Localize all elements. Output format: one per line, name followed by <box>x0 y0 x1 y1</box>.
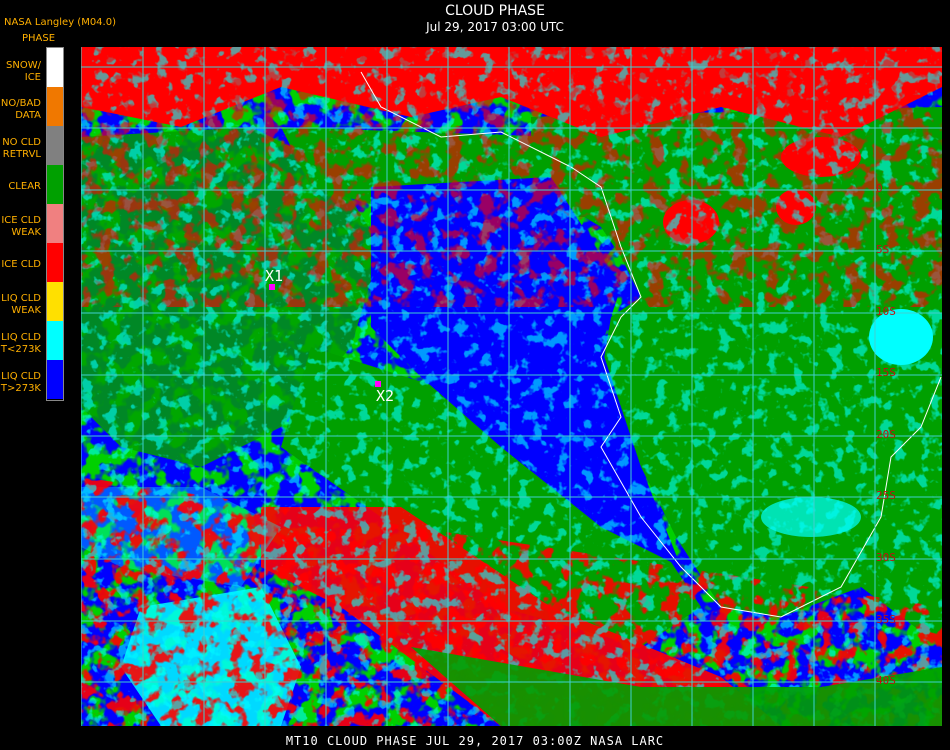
legend-label-no-cld-retrvl: NO CLD RETRVL <box>2 137 41 160</box>
legend-label-liq-cld-warm: LIQ CLD T>273K <box>0 371 41 394</box>
legend-label-clear: CLEAR <box>8 181 41 192</box>
page-title: CLOUD PHASE <box>445 3 545 19</box>
marker-x1-label: X1 <box>265 267 284 285</box>
legend-swatch-no-bad-data <box>47 87 63 126</box>
legend-title: PHASE <box>22 33 56 44</box>
legend-swatch-ice-cld-weak <box>47 204 63 243</box>
lat-label-5s: 5S <box>876 243 890 256</box>
legend-swatch-liq-cld-cold <box>47 321 63 360</box>
legend-label-ice-cld: ICE CLD <box>1 259 41 270</box>
lat-label-30s: 30S <box>876 551 896 564</box>
legend-label-ice-cld-weak: ICE CLD WEAK <box>1 215 41 238</box>
legend-label-no-bad-data: NO/BAD DATA <box>0 98 41 121</box>
lat-label-0: 0 <box>876 182 883 195</box>
legend-swatch-ice-cld <box>47 243 63 282</box>
lat-label-15s: 15S <box>876 366 896 379</box>
lat-label-25s: 25S <box>876 489 896 502</box>
marker-x2-label: X2 <box>376 387 395 405</box>
legend-swatch-clear <box>47 165 63 204</box>
lat-label-20s: 20S <box>876 428 896 441</box>
legend-swatch-liq-cld-warm <box>47 360 63 399</box>
legend-swatch-no-cld-retrvl <box>47 126 63 165</box>
legend-swatch-liq-cld-weak <box>47 282 63 321</box>
satellite-cloud-phase-map[interactable] <box>81 47 942 726</box>
lat-label-40s: 40S <box>876 674 896 687</box>
legend-label-snow-ice: SNOW/ ICE <box>6 60 41 83</box>
brand-label: NASA Langley (M04.0) <box>4 17 116 28</box>
legend-color-bar <box>46 47 64 401</box>
lat-label-10s: 10S <box>876 305 896 318</box>
map-svg <box>81 47 942 726</box>
page-subtitle: Jul 29, 2017 03:00 UTC <box>426 20 564 34</box>
legend-swatch-snow-ice <box>47 48 63 87</box>
footer-caption: MT10 CLOUD PHASE JUL 29, 2017 03:00Z NAS… <box>285 734 665 748</box>
lat-label-35s: 35S <box>876 613 896 626</box>
legend-label-liq-cld-cold: LIQ CLD T<273K <box>0 332 41 355</box>
legend-label-liq-cld-weak: LIQ CLD WEAK <box>1 293 41 316</box>
